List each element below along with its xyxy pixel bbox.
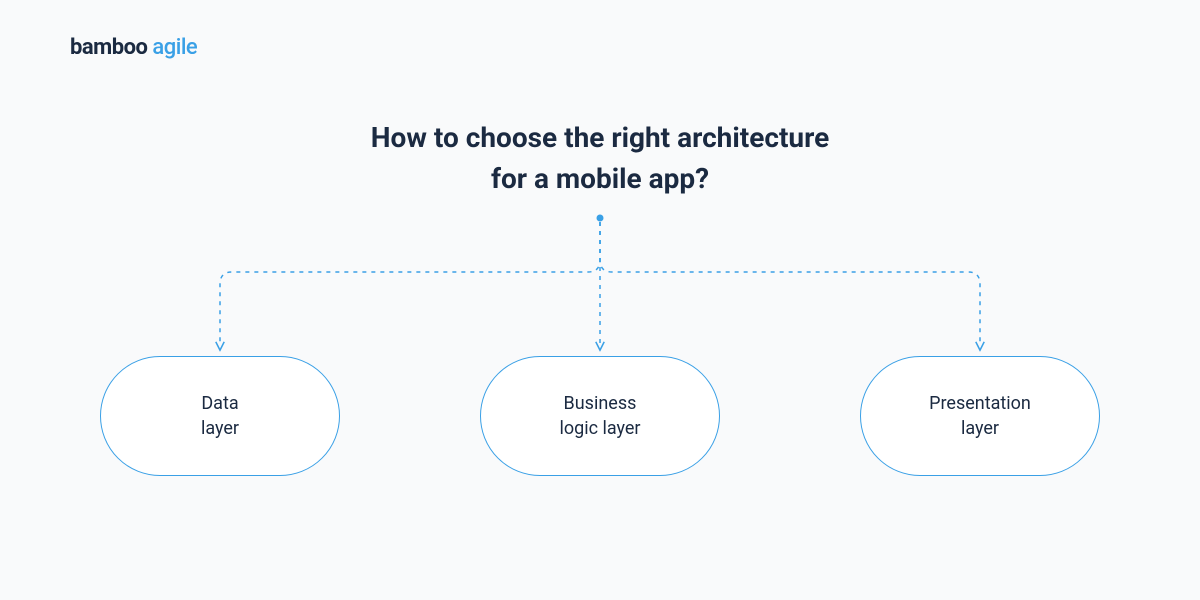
brand-word1: bamboo (70, 35, 147, 60)
title-line-2: for a mobile app? (491, 162, 709, 195)
title-line-1: How to choose the right architecture (371, 121, 829, 154)
node-data-layer: Data layer (100, 356, 340, 476)
connector-lines (0, 0, 1200, 600)
diagram-title: How to choose the right architecture for… (0, 118, 1200, 199)
node-presentation-layer: Presentation layer (860, 356, 1100, 476)
node-row: Data layer Business logic layer Presenta… (0, 356, 1200, 476)
brand-logo: bamboo agile (70, 35, 197, 60)
brand-word2: agile (152, 35, 197, 60)
node-business-logic-layer: Business logic layer (480, 356, 720, 476)
